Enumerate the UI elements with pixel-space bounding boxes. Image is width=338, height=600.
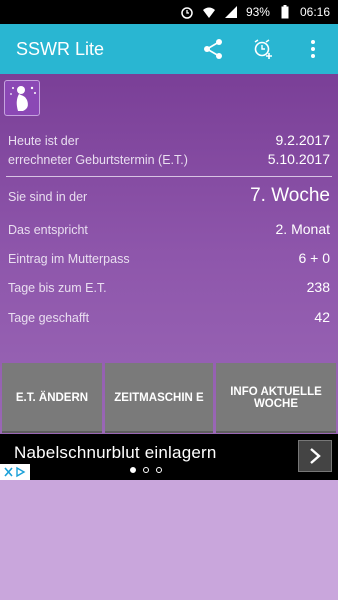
pregnancy-logo-icon xyxy=(4,80,40,116)
empty-area xyxy=(0,480,338,600)
today-row: Heute ist der 9.2.2017 xyxy=(8,132,330,148)
week-label: Sie sind in der xyxy=(8,190,88,204)
pager-dot xyxy=(130,467,136,473)
today-label: Heute ist der xyxy=(8,134,79,148)
ad-pager xyxy=(130,467,162,473)
ad-next-button[interactable] xyxy=(298,440,332,472)
mutterpass-value: 6 + 0 xyxy=(298,250,330,266)
info-current-week-button[interactable]: INFO AKTUELLE WOCHE xyxy=(216,363,336,433)
month-row: Das entspricht 2. Monat xyxy=(8,221,330,237)
due-date-label: errechneter Geburtstermin (E.T.) xyxy=(8,153,188,167)
wifi-icon xyxy=(202,5,216,19)
week-value: 7. Woche xyxy=(250,185,330,206)
app-title: SSWR Lite xyxy=(16,38,105,59)
battery-icon xyxy=(278,5,292,19)
change-due-date-button[interactable]: E.T. ÄNDERN xyxy=(2,363,102,433)
due-date-row: errechneter Geburtstermin (E.T.) 5.10.20… xyxy=(8,151,330,167)
share-button[interactable] xyxy=(188,24,238,74)
days-until-value: 238 xyxy=(306,279,330,295)
more-vert-icon xyxy=(311,40,315,58)
ad-banner[interactable]: Nabelschnurblut einlagern xyxy=(0,434,338,480)
ad-text[interactable]: Nabelschnurblut einlagern xyxy=(14,443,217,463)
pager-dot xyxy=(143,467,149,473)
divider xyxy=(6,176,332,177)
add-alarm-icon xyxy=(254,39,272,59)
month-label: Das entspricht xyxy=(8,223,88,237)
adchoices-icon[interactable] xyxy=(0,464,30,480)
signal-icon xyxy=(224,5,238,19)
days-done-row: Tage geschafft 42 xyxy=(8,309,330,325)
due-date-value: 5.10.2017 xyxy=(267,151,330,167)
alarm-icon xyxy=(180,5,194,19)
main-panel: Heute ist der 9.2.2017 errechneter Gebur… xyxy=(0,74,338,434)
days-done-label: Tage geschafft xyxy=(8,311,90,325)
time-machine-button[interactable]: ZEITMASCHIN E xyxy=(105,363,213,433)
status-bar: 93% 06:16 xyxy=(0,0,338,24)
week-row: Sie sind in der 7. Woche xyxy=(8,185,330,207)
month-value: 2. Monat xyxy=(275,221,330,237)
days-until-label: Tage bis zum E.T. xyxy=(8,281,107,295)
status-time: 06:16 xyxy=(299,5,330,19)
days-until-row: Tage bis zum E.T. 238 xyxy=(8,279,330,295)
add-alarm-button[interactable] xyxy=(238,24,288,74)
pager-dot xyxy=(156,467,162,473)
button-row: E.T. ÄNDERN ZEITMASCHIN E INFO AKTUELLE … xyxy=(0,363,338,433)
battery-percent: 93% xyxy=(245,5,270,19)
overflow-menu-button[interactable] xyxy=(288,24,338,74)
share-icon xyxy=(204,39,222,59)
today-value: 9.2.2017 xyxy=(275,132,331,148)
mutterpass-row: Eintrag im Mutterpass 6 + 0 xyxy=(8,250,330,266)
app-bar: SSWR Lite xyxy=(0,24,338,74)
mutterpass-label: Eintrag im Mutterpass xyxy=(8,252,130,266)
days-done-value: 42 xyxy=(314,309,330,325)
chevron-right-icon xyxy=(310,448,321,464)
